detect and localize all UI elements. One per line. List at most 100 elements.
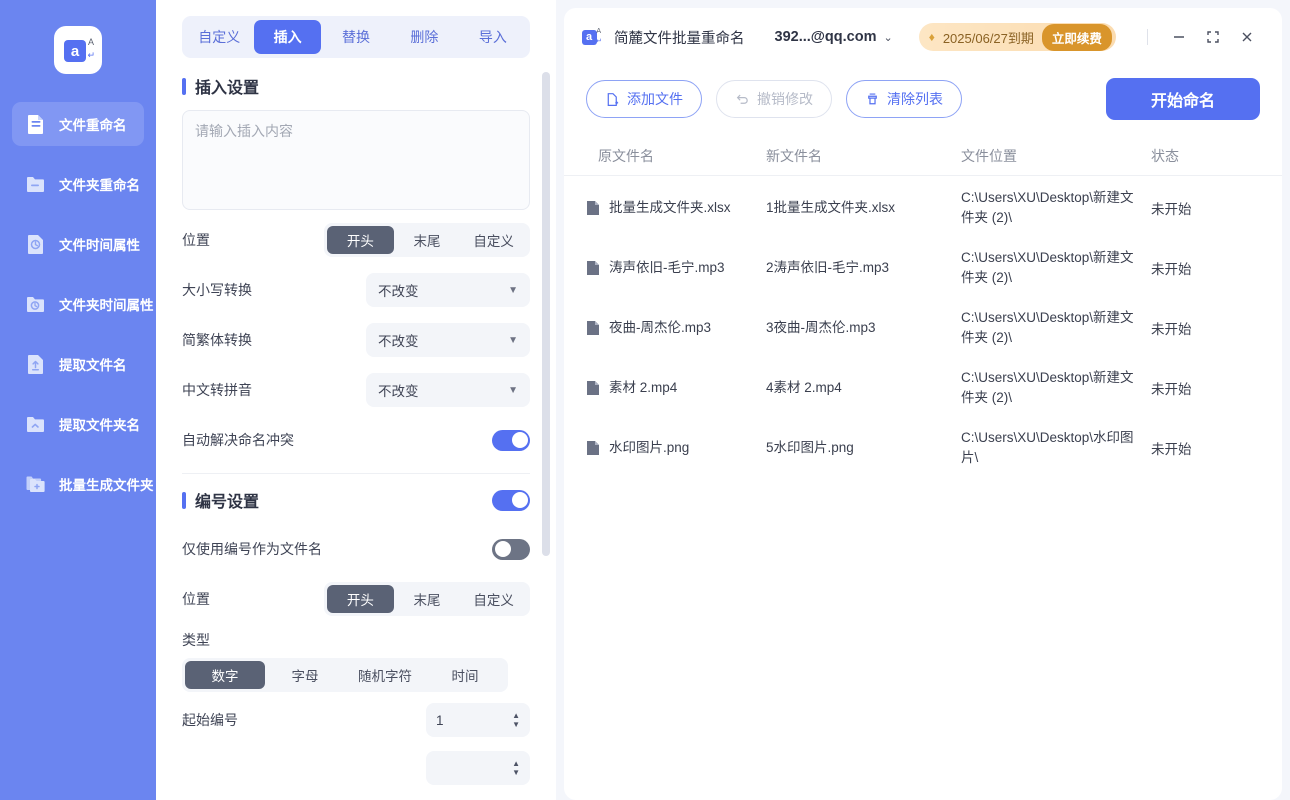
file-location: C:\Users\XU\Desktop\水印图片\ xyxy=(961,430,1134,465)
number-position-end[interactable]: 末尾 xyxy=(394,585,461,613)
batch-create-folder-icon xyxy=(24,472,48,496)
sidebar-item-extract-foldername[interactable]: 提取文件夹名 xyxy=(12,402,144,446)
next-stepper-partial[interactable]: ▲ ▼ xyxy=(426,751,530,785)
toggle-knob xyxy=(511,432,528,448)
table-row[interactable]: 批量生成文件夹.xlsx 1批量生成文件夹.xlsx C:\Users\XU\D… xyxy=(564,178,1282,238)
file-toolbar: 添加文件 撤销修改 清除列表 开始命名 xyxy=(564,66,1282,136)
number-settings-toggle[interactable] xyxy=(492,489,530,511)
only-number-toggle[interactable] xyxy=(492,538,530,560)
sidebar-item-label: 批量生成文件夹 xyxy=(59,478,154,493)
sidebar-item-label: 文件夹重命名 xyxy=(59,178,140,193)
new-filename: 1批量生成文件夹.xlsx xyxy=(766,200,896,215)
stepper-arrows-icon[interactable]: ▲ ▼ xyxy=(512,760,520,777)
original-filename: 夜曲-周杰伦.mp3 xyxy=(609,319,712,335)
number-type-time[interactable]: 时间 xyxy=(425,661,505,689)
new-filename: 4素材 2.mp4 xyxy=(766,380,842,395)
trad-simp-row: 简繁体转换 不改变 ▼ xyxy=(182,315,530,365)
sidebar-item-label: 文件夹时间属性 xyxy=(59,298,154,313)
tab-custom[interactable]: 自定义 xyxy=(186,20,252,54)
tab-replace[interactable]: 替换 xyxy=(323,20,389,54)
table-row[interactable]: 水印图片.png 5水印图片.png C:\Users\XU\Desktop\水… xyxy=(564,418,1282,478)
original-filename: 批量生成文件夹.xlsx xyxy=(609,199,731,215)
account-email: 392...@qq.com xyxy=(774,29,877,45)
settings-tabbar: 自定义 插入 替换 删除 导入 xyxy=(182,16,530,58)
file-table-body: 批量生成文件夹.xlsx 1批量生成文件夹.xlsx C:\Users\XU\D… xyxy=(564,176,1282,800)
start-number-stepper[interactable]: 1 ▲ ▼ xyxy=(426,703,530,737)
status-badge: 未开始 xyxy=(1151,382,1192,397)
sidebar-item-folder-rename[interactable]: 文件夹重命名 xyxy=(12,162,144,206)
tab-insert[interactable]: 插入 xyxy=(254,20,321,54)
titlebar-app-logo: a A ↵ xyxy=(578,24,604,50)
settings-scrollbar-thumb[interactable] xyxy=(542,72,550,556)
number-type-digit[interactable]: 数字 xyxy=(185,661,265,689)
original-filename-cell: 水印图片.png xyxy=(586,438,766,459)
clear-list-button[interactable]: 清除列表 xyxy=(846,80,962,118)
file-location: C:\Users\XU\Desktop\新建文件夹 (2)\ xyxy=(961,370,1134,405)
column-header-location: 文件位置 xyxy=(961,147,1017,164)
number-type-random[interactable]: 随机字符 xyxy=(345,661,425,689)
table-row[interactable]: 涛声依旧-毛宁.mp3 2涛声依旧-毛宁.mp3 C:\Users\XU\Des… xyxy=(564,238,1282,298)
file-time-icon xyxy=(24,232,48,256)
insert-position-start[interactable]: 开头 xyxy=(327,226,394,254)
titlebar-logo-sub: A xyxy=(596,28,601,35)
original-filename-cell: 涛声依旧-毛宁.mp3 xyxy=(586,258,766,279)
auto-resolve-toggle[interactable] xyxy=(492,429,530,451)
titlebar-logo-letter: a xyxy=(581,29,597,45)
sidebar-item-file-time[interactable]: 文件时间属性 xyxy=(12,222,144,266)
renew-button[interactable]: 立即续费 xyxy=(1041,23,1112,51)
section-accent-bar xyxy=(182,77,186,95)
number-position-start[interactable]: 开头 xyxy=(327,585,394,613)
pinyin-select[interactable]: 不改变 ▼ xyxy=(366,373,530,407)
start-rename-button[interactable]: 开始命名 xyxy=(1106,78,1260,120)
file-icon xyxy=(586,200,600,219)
trad-simp-select[interactable]: 不改变 ▼ xyxy=(366,323,530,357)
insert-position-row: 位置 开头 末尾 自定义 xyxy=(182,215,530,265)
add-file-button[interactable]: 添加文件 xyxy=(586,80,702,118)
insert-position-end[interactable]: 末尾 xyxy=(394,226,461,254)
titlebar-separator xyxy=(1147,29,1148,45)
trad-simp-value: 不改变 xyxy=(378,334,419,349)
maximize-icon[interactable] xyxy=(1196,20,1230,54)
file-icon xyxy=(586,440,600,459)
chevron-down-icon: ▼ xyxy=(508,334,518,346)
number-position-custom[interactable]: 自定义 xyxy=(460,585,527,613)
sidebar-item-folder-time[interactable]: 文件夹时间属性 xyxy=(12,282,154,326)
pinyin-row: 中文转拼音 不改变 ▼ xyxy=(182,365,530,415)
file-icon xyxy=(586,260,600,279)
number-settings-header: 编号设置 xyxy=(182,488,530,512)
tab-import[interactable]: 导入 xyxy=(460,20,526,54)
insert-position-custom[interactable]: 自定义 xyxy=(460,226,527,254)
stepper-arrows-icon[interactable]: ▲ ▼ xyxy=(512,712,520,729)
undo-button[interactable]: 撤销修改 xyxy=(716,80,832,118)
sidebar-item-extract-filename[interactable]: 提取文件名 xyxy=(12,342,144,386)
status-badge: 未开始 xyxy=(1151,322,1192,337)
new-filename: 2涛声依旧-毛宁.mp3 xyxy=(766,260,890,275)
only-number-label: 仅使用编号作为文件名 xyxy=(182,541,322,557)
start-number-label: 起始编号 xyxy=(182,712,238,728)
app-logo: a A ↵ xyxy=(54,26,102,74)
insert-position-label: 位置 xyxy=(182,232,210,248)
account-dropdown[interactable]: 392...@qq.com ⌄ xyxy=(775,29,893,45)
sidebar-item-file-rename[interactable]: 文件重命名 xyxy=(12,102,144,146)
start-number-row: 起始编号 1 ▲ ▼ xyxy=(182,692,530,748)
minimize-icon[interactable] xyxy=(1162,20,1196,54)
add-file-label: 添加文件 xyxy=(627,91,683,107)
number-type-letter[interactable]: 字母 xyxy=(265,661,345,689)
vip-status-badge[interactable]: ♦ 2025/06/27到期 立即续费 xyxy=(918,23,1116,51)
sidebar-item-batch-create-folder[interactable]: 批量生成文件夹 xyxy=(12,462,154,506)
clear-list-label: 清除列表 xyxy=(887,91,943,107)
case-convert-select[interactable]: 不改变 ▼ xyxy=(366,273,530,307)
close-icon[interactable] xyxy=(1230,20,1264,54)
column-header-original: 原文件名 xyxy=(598,147,654,164)
table-row[interactable]: 素材 2.mp4 4素材 2.mp4 C:\Users\XU\Desktop\新… xyxy=(564,358,1282,418)
file-location: C:\Users\XU\Desktop\新建文件夹 (2)\ xyxy=(961,190,1134,225)
extract-foldername-icon xyxy=(24,412,48,436)
tab-delete[interactable]: 删除 xyxy=(391,20,457,54)
undo-label: 撤销修改 xyxy=(757,91,813,107)
table-row[interactable]: 夜曲-周杰伦.mp3 3夜曲-周杰伦.mp3 C:\Users\XU\Deskt… xyxy=(564,298,1282,358)
app-logo-sub-letter: A xyxy=(87,37,94,47)
insert-settings-header: 插入设置 xyxy=(182,74,530,98)
new-filename: 3夜曲-周杰伦.mp3 xyxy=(766,320,876,335)
crown-icon: ♦ xyxy=(928,30,935,44)
insert-content-input[interactable] xyxy=(182,110,530,210)
